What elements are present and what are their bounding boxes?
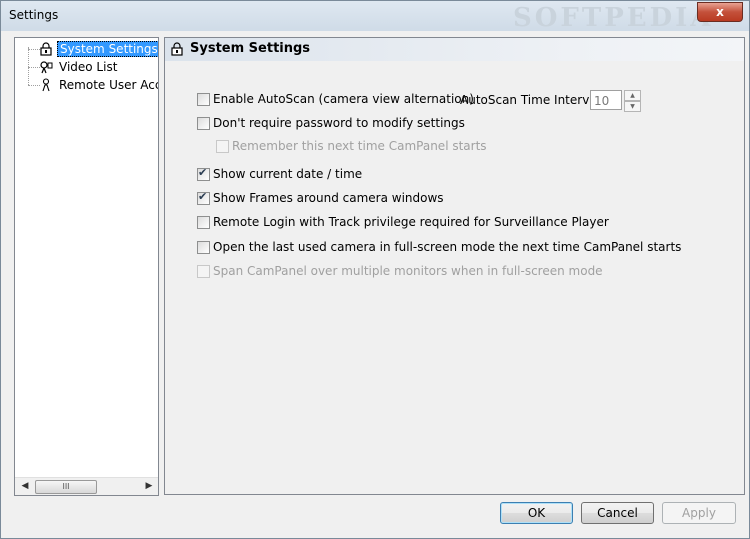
checkbox-box[interactable] [197, 166, 210, 181]
option-label: Span CamPanel over multiple monitors whe… [213, 264, 603, 278]
scroll-right-icon[interactable]: ▶ [141, 478, 157, 495]
settings-tree[interactable]: System Settings Video List Remote User A… [14, 37, 159, 496]
watermark-logo: SOFTPEDIA [513, 3, 714, 33]
checkbox-box[interactable] [197, 93, 210, 106]
tree-item-remote-user-accounts[interactable]: Remote User Acco [15, 77, 158, 94]
checkbox-box[interactable] [197, 216, 210, 229]
checkbox-box[interactable] [197, 241, 210, 254]
checkbox-box [216, 140, 229, 153]
tree-item-label: Remote User Acco [59, 78, 159, 92]
tree-item-system-settings[interactable]: System Settings [15, 41, 158, 58]
title-bar[interactable]: Settings SOFTPEDIA x [1, 1, 749, 33]
spin-up-icon[interactable]: ▲ [624, 90, 641, 101]
tree-horizontal-scrollbar[interactable]: ◀ III ▶ [15, 477, 158, 495]
panel-title: System Settings [190, 41, 311, 56]
scroll-thumb[interactable]: III [35, 480, 97, 494]
ok-button[interactable]: OK [500, 502, 573, 524]
autoscan-interval-input[interactable]: 10 [590, 90, 622, 110]
checkbox-box[interactable] [197, 117, 210, 130]
tree-item-label: System Settings [57, 41, 158, 57]
tree-item-video-list[interactable]: Video List [15, 59, 158, 76]
checkbox-box [197, 265, 210, 278]
option-label: Show current date / time [213, 167, 363, 181]
checkbox-box[interactable] [197, 190, 210, 205]
lock-icon [171, 42, 183, 56]
spin-down-icon[interactable]: ▼ [624, 101, 641, 112]
option-label: Show Frames around camera windows [213, 191, 444, 205]
close-button[interactable]: x [697, 2, 743, 22]
lock-icon [40, 42, 52, 56]
option-label: Open the last used camera in full-screen… [213, 240, 682, 254]
option-label: Remember this next time CamPanel starts [232, 139, 487, 153]
apply-button[interactable]: Apply [662, 502, 736, 524]
option-label: Enable AutoScan (camera view alternation… [213, 92, 474, 106]
option-label: Don't require password to modify setting… [213, 116, 465, 130]
option-label: Remote Login with Track privilege requir… [213, 215, 609, 229]
scroll-left-icon[interactable]: ◀ [17, 478, 33, 495]
window-title: Settings [9, 8, 59, 22]
user-icon [42, 78, 50, 92]
tree-item-label: Video List [59, 60, 118, 74]
panel-header: System Settings [165, 38, 744, 61]
cancel-button[interactable]: Cancel [581, 502, 654, 524]
camera-icon [40, 61, 53, 74]
